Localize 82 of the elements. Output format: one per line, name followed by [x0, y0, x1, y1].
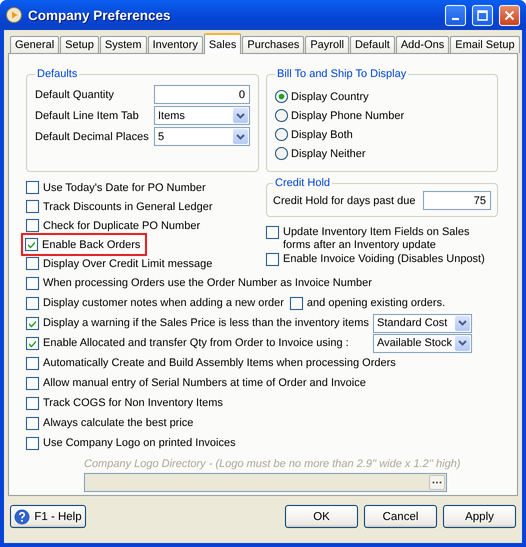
checkbox[interactable] — [25, 238, 38, 251]
checkbox[interactable] — [26, 200, 39, 213]
checkbox[interactable] — [26, 436, 39, 450]
radio-button[interactable] — [275, 128, 288, 141]
checkbox[interactable] — [290, 296, 303, 310]
tab[interactable]: Purchases — [242, 36, 304, 53]
dropdown[interactable]: Items — [154, 106, 250, 125]
radio-button[interactable] — [275, 90, 288, 103]
checkbox[interactable] — [26, 356, 39, 370]
checkbox[interactable] — [26, 416, 39, 430]
tab[interactable]: Default — [350, 36, 395, 53]
checkbox[interactable] — [26, 316, 39, 330]
quantity-field[interactable]: 0 — [154, 85, 250, 104]
checkbox-label: Check for Duplicate PO Number — [43, 220, 200, 232]
group-title: Defaults — [36, 68, 78, 80]
tab[interactable]: Payroll — [305, 36, 349, 53]
checkbox-label: Update Inventory Item Fields on Sales forms after an Inventory update — [283, 226, 470, 252]
checkbox[interactable] — [26, 296, 39, 310]
window-title: Company Preferences — [28, 8, 172, 22]
field-label: Credit Hold for days past due — [273, 194, 416, 206]
checkbox-label: Enable Invoice Voiding (Disables Unpost) — [283, 253, 485, 266]
checkbox-label: When processing Orders use the Order Number as Invoice Number — [43, 277, 372, 289]
checkbox-label: Use Company Logo on printed Invoices — [43, 437, 236, 449]
maximize-icon — [477, 10, 488, 20]
logo-directory-label: Company Logo Directory - (Logo must be no more than 2.9'' wide x 1.2'' high) — [84, 458, 462, 470]
minimize-button[interactable] — [445, 4, 466, 26]
ellipsis-icon — [432, 481, 442, 484]
checkbox[interactable] — [26, 336, 39, 350]
tab[interactable]: Inventory — [148, 36, 203, 53]
checkbox[interactable] — [266, 226, 279, 239]
days-field[interactable]: 75 — [423, 191, 491, 210]
radio-label: Display Phone Number — [291, 110, 404, 122]
minimize-icon — [452, 18, 459, 20]
checkbox-label: Display customer notes when adding a new order — [43, 297, 284, 309]
group-title: Bill To and Ship To Display — [276, 68, 408, 80]
radio-button[interactable] — [275, 147, 288, 160]
checkbox-label: and opening existing orders. — [306, 297, 446, 309]
checkbox[interactable] — [26, 181, 39, 194]
checkbox-label: Display a warning if the Sales Price is less than the inventory items — [43, 317, 369, 329]
close-button[interactable] — [499, 4, 520, 26]
dropdown[interactable]: 5 — [154, 127, 250, 146]
checkbox-label: Allow manual entry of Serial Numbers at time of Order and Invoice — [43, 377, 366, 389]
field-label: Default Line Item Tab — [35, 110, 139, 122]
logo-directory-field[interactable] — [84, 473, 447, 492]
checkbox-label: Track Discounts in General Ledger — [43, 200, 213, 212]
checkbox-label: Enable Back Orders — [42, 238, 140, 250]
app-icon — [6, 7, 22, 23]
dropdown[interactable]: Standard Cost — [373, 314, 472, 332]
tab[interactable]: Add-Ons — [396, 36, 450, 53]
dropdown[interactable]: Available Stock — [373, 334, 472, 352]
dialog-button[interactable]: Apply — [443, 505, 516, 528]
close-icon — [504, 10, 515, 20]
checkbox[interactable] — [26, 396, 39, 410]
checkbox[interactable] — [26, 376, 39, 390]
dialog-button[interactable]: Cancel — [364, 505, 437, 528]
checkbox-label: Use Today's Date for PO Number — [43, 182, 206, 194]
checkbox-label: Track COGS for Non Inventory Items — [43, 397, 223, 409]
group-title: Credit Hold — [274, 177, 332, 189]
checkbox-label: Always calculate the best price — [43, 417, 194, 429]
checkbox[interactable] — [266, 253, 279, 266]
browse-button[interactable] — [429, 475, 445, 490]
radio-label: Display Both — [291, 128, 353, 140]
field-label: Default Quantity — [35, 88, 114, 100]
tab[interactable]: Setup — [60, 36, 99, 53]
checkbox-label: Enable Allocated and transfer Qty from Order to Invoice using : — [43, 337, 349, 349]
radio-button[interactable] — [275, 109, 288, 122]
dialog-button[interactable]: OK — [285, 505, 358, 528]
maximize-button[interactable] — [472, 4, 493, 26]
tab[interactable]: Sales — [204, 33, 242, 54]
checkbox[interactable] — [26, 257, 39, 270]
field-label: Default Decimal Places — [35, 130, 149, 142]
radio-label: Display Neither — [291, 148, 366, 160]
checkbox[interactable] — [26, 276, 39, 290]
tab[interactable]: General — [10, 36, 60, 53]
checkbox-label: Automatically Create and Build Assembly Items when processing Orders — [43, 357, 396, 369]
help-icon — [14, 508, 30, 524]
checkbox[interactable] — [26, 219, 39, 232]
tab[interactable]: Email Setup — [450, 36, 520, 53]
tab[interactable]: System — [100, 36, 147, 53]
radio-label: Display Country — [291, 90, 369, 102]
help-button[interactable]: F1 - Help — [10, 505, 86, 528]
checkbox-label: Display Over Credit Limit message — [43, 258, 212, 270]
